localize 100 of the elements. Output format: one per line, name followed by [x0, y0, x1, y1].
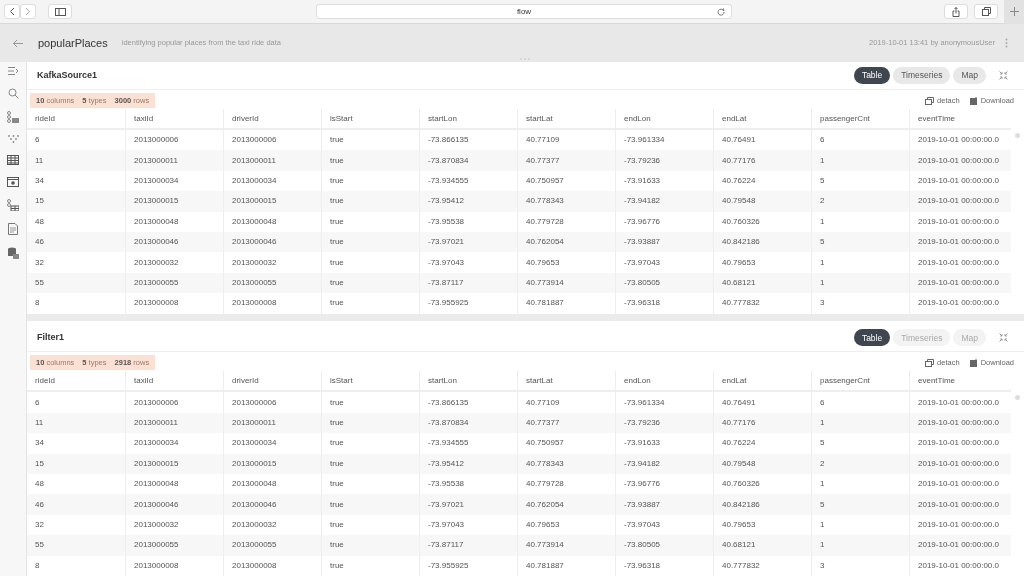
- table-cell: 2019-10-01 00:00:00.0: [909, 211, 1007, 232]
- new-tab-button[interactable]: [1004, 0, 1024, 24]
- table-cell-text: 15: [34, 457, 45, 470]
- table-cell: -73.955925: [419, 555, 517, 576]
- column-header[interactable]: driverId: [223, 371, 321, 391]
- table-cell-text: 48: [34, 478, 45, 491]
- scrollbar-thumb[interactable]: [1015, 395, 1020, 401]
- table-cell: 40.777832: [713, 555, 811, 576]
- table-cell: 40.777832: [713, 293, 811, 314]
- table-cell: 2013000034: [125, 433, 223, 454]
- table-cell: -73.94182: [615, 191, 713, 212]
- column-header[interactable]: isStart: [321, 371, 419, 391]
- table-cell: true: [321, 252, 419, 273]
- column-header[interactable]: endLon: [615, 371, 713, 391]
- table-icon[interactable]: [7, 155, 19, 165]
- table-cell: 2013000032: [125, 252, 223, 273]
- table-cell-text: 55: [34, 276, 45, 289]
- table-cell: 2019-10-01 00:00:00.0: [909, 555, 1007, 576]
- table-cell: 2019-10-01 00:00:00.0: [909, 433, 1007, 454]
- table-cell: -73.866135: [419, 392, 517, 413]
- table-cell-text: 8: [34, 559, 41, 572]
- dots-tree-icon[interactable]: [7, 135, 19, 143]
- column-header[interactable]: rideId: [27, 109, 125, 128]
- column-header[interactable]: passengerCnt: [811, 371, 909, 391]
- table-cell: -73.91633: [615, 433, 713, 454]
- sidebar-icon: [54, 7, 66, 16]
- table-cell: -73.961334: [615, 392, 713, 413]
- column-header[interactable]: endLat: [713, 371, 811, 391]
- view-tab[interactable]: Map: [953, 67, 986, 84]
- table-cell-text: 11: [34, 154, 45, 167]
- column-header[interactable]: endLon: [615, 109, 713, 128]
- column-header[interactable]: passengerCnt: [811, 109, 909, 128]
- flow-title: popularPlaces: [38, 35, 108, 51]
- column-header[interactable]: rideId: [27, 371, 125, 391]
- table-cell: true: [321, 555, 419, 576]
- sidebar-button[interactable]: [48, 4, 72, 19]
- column-header[interactable]: startLon: [419, 371, 517, 391]
- table-cell: 40.76224: [713, 433, 811, 454]
- table-cell-text: 55: [34, 539, 45, 552]
- table-cell: -73.79236: [615, 150, 713, 171]
- column-header[interactable]: startLon: [419, 109, 517, 128]
- document-icon[interactable]: [8, 223, 18, 235]
- more-icon[interactable]: [1005, 38, 1008, 48]
- collapse-icon[interactable]: [999, 71, 1008, 80]
- database-icon[interactable]: [7, 247, 19, 259]
- back-arrow-icon[interactable]: [12, 38, 24, 48]
- table-cell: 2019-10-01 00:00:00.0: [909, 150, 1007, 171]
- tabs-button[interactable]: [974, 4, 998, 19]
- view-tab[interactable]: Table: [853, 329, 891, 347]
- table-cell: true: [321, 211, 419, 232]
- nodes-table-icon[interactable]: [7, 199, 19, 211]
- column-header[interactable]: eventTime: [909, 371, 1007, 391]
- table-cell-text: 46: [34, 236, 45, 249]
- table-cell: 2013000046: [125, 494, 223, 515]
- table-cell: 2013000008: [223, 293, 321, 314]
- column-header[interactable]: taxiId: [125, 109, 223, 128]
- table-cell-text: 32: [34, 256, 45, 269]
- table-cell: true: [321, 535, 419, 556]
- table-cell: 2: [811, 191, 909, 212]
- table-cell: true: [321, 293, 419, 314]
- back-button[interactable]: [4, 4, 20, 19]
- chevron-left-icon: [9, 7, 15, 16]
- table-cell: -73.96776: [615, 211, 713, 232]
- column-header[interactable]: taxiId: [125, 371, 223, 391]
- address-field[interactable]: flow: [316, 4, 732, 19]
- table-cell: 1: [811, 211, 909, 232]
- download-icon: [969, 359, 978, 367]
- share-button[interactable]: [944, 4, 968, 19]
- table-cell-text: 34: [34, 174, 45, 187]
- table-cell-text: 46: [34, 498, 45, 511]
- column-header[interactable]: endLat: [713, 109, 811, 128]
- table-cell: 2013000048: [125, 211, 223, 232]
- table-cell: 1: [811, 535, 909, 556]
- table-cell-text: 48: [34, 215, 45, 228]
- table-cell: 40.77109: [517, 392, 615, 413]
- table-cell: -73.97043: [615, 252, 713, 273]
- column-header[interactable]: isStart: [321, 109, 419, 128]
- view-tab[interactable]: Table: [853, 67, 891, 84]
- collapse-icon[interactable]: [999, 333, 1008, 343]
- table-cell: 40.762054: [517, 494, 615, 515]
- search-icon[interactable]: [7, 88, 19, 99]
- table-cell: 40.76491: [713, 392, 811, 413]
- menu-icon[interactable]: [7, 66, 19, 76]
- column-header[interactable]: driverId: [223, 109, 321, 128]
- table-cell: 2019-10-01 00:00:00.0: [909, 535, 1007, 556]
- screen-icon[interactable]: [7, 177, 19, 187]
- table-cell: 5: [811, 494, 909, 515]
- column-header[interactable]: startLat: [517, 371, 615, 391]
- table-cell: 40.781887: [517, 555, 615, 576]
- scrollbar-thumb[interactable]: [1015, 133, 1020, 138]
- column-header[interactable]: eventTime: [909, 109, 1007, 128]
- share-icon: [952, 6, 960, 17]
- table-cell: 40.778343: [517, 191, 615, 212]
- table-cell-text: 6: [34, 134, 41, 147]
- column-header[interactable]: startLat: [517, 109, 615, 128]
- table-cell: 2013000055: [223, 535, 321, 556]
- nodes-icon[interactable]: [7, 111, 19, 123]
- table-cell: 2013000046: [223, 494, 321, 515]
- table-cell-text: 32: [34, 519, 45, 531]
- view-tab[interactable]: Timeseries: [893, 67, 951, 84]
